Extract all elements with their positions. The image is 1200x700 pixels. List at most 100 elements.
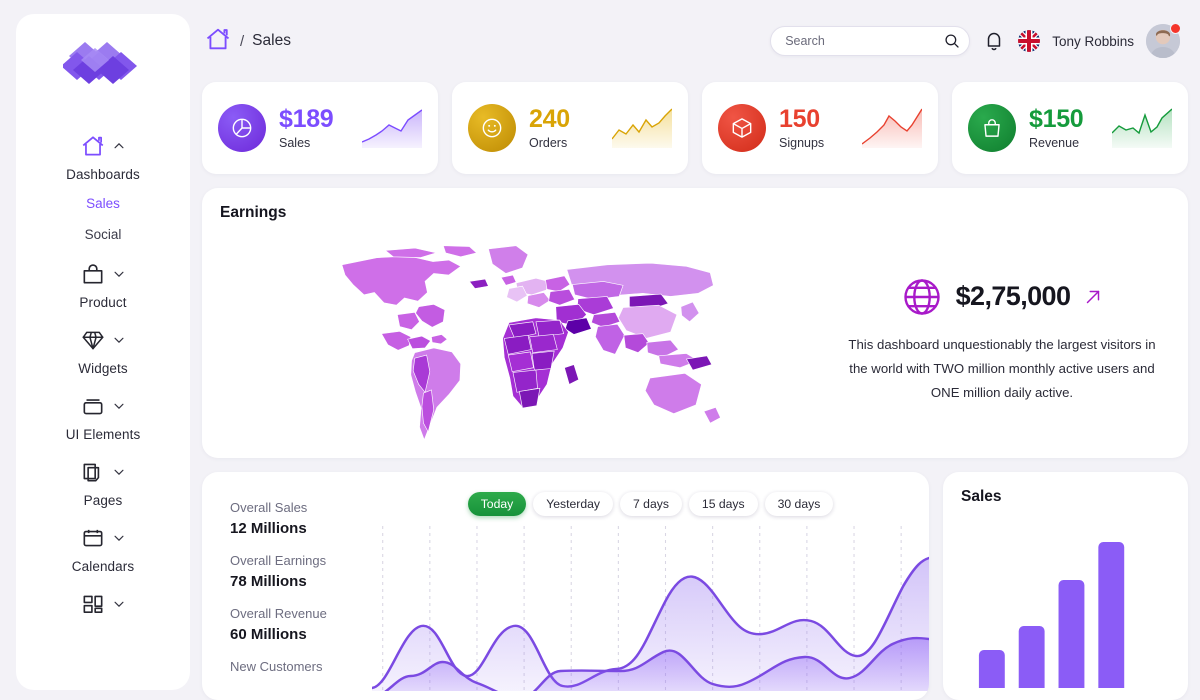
stat-value: $150 [1029,105,1084,134]
tab-yesterday[interactable]: Yesterday [533,492,613,516]
overall-metrics-list: Overall Sales 12 Millions Overall Earnin… [202,490,372,700]
search-input[interactable] [770,26,971,56]
revenue-sparkline [1111,108,1173,148]
home-icon[interactable] [204,25,232,58]
diamond-logo[interactable] [61,40,143,92]
bottom-row: Overall Sales 12 Millions Overall Earnin… [200,458,1190,700]
metric-label: Overall Revenue [230,606,327,621]
metric-value: 12 Millions [230,520,307,537]
metric-overall-earnings: Overall Earnings 78 Millions [230,553,372,590]
orders-sparkline [611,108,673,148]
metric-value: 78 Millions [230,573,307,590]
metric-overall-revenue: Overall Revenue 60 Millions [230,606,372,643]
sidebar-item-dashboards[interactable]: Dashboards [16,122,190,188]
metric-label: New Customers [230,659,323,674]
stat-label: Orders [529,135,568,150]
stat-value: 150 [779,105,820,134]
stat-label: Revenue [1029,135,1080,150]
chevron-down-icon[interactable] [112,597,126,611]
sidebar-item-label: Widgets [78,361,128,376]
metric-label: Overall Sales [230,500,308,515]
date-range-tabs: Today Yesterday 7 days 15 days 30 days [372,490,929,516]
world-map-choropleth[interactable] [220,233,840,448]
home-icon [80,133,106,159]
sidebar-item-calendars[interactable]: Calendars [16,514,190,580]
tab-30-days[interactable]: 30 days [764,492,834,516]
sidebar-item-label: Pages [83,493,123,508]
stat-label: Signups [779,135,825,150]
search-container [770,26,971,56]
bag-icon [80,261,106,287]
stat-value: $189 [279,105,334,134]
sidebar-item-label: Product [79,295,127,310]
breadcrumb: / Sales [204,25,291,58]
smiley-icon [468,104,516,152]
tab-today[interactable]: Today [467,492,527,516]
sidebar-item-label: Calendars [71,559,135,574]
stat-value: 240 [529,105,570,134]
overall-performance-card: Overall Sales 12 Millions Overall Earnin… [202,472,929,700]
sidebar-item-ui-elements[interactable]: UI Elements [16,382,190,448]
chevron-up-icon[interactable] [112,139,126,153]
uk-flag-icon[interactable] [1018,30,1041,52]
overall-area-chart[interactable] [372,526,929,700]
chevron-down-icon[interactable] [112,531,126,545]
chevron-down-icon[interactable] [112,267,126,281]
earnings-description: This dashboard unquestionably the larges… [848,336,1156,400]
diamond-icon [80,327,106,353]
chevron-down-icon[interactable] [112,333,126,347]
stat-card-signups[interactable]: 150 Signups [702,82,938,174]
chevron-down-icon[interactable] [112,399,126,413]
signups-sparkline [861,108,923,148]
chart-column: Today Yesterday 7 days 15 days 30 days [372,490,929,700]
arrow-up-right-icon [1082,286,1104,308]
earnings-amount: $2,75,000 [955,281,1071,312]
user-name: Tony Robbins [1052,33,1134,49]
stat-cards-row: $189 Sales 240 Orders 150 Signups $150 R… [200,82,1190,174]
metric-new-customers: New Customers [230,659,372,674]
sidebar-item-label: Dashboards [66,167,140,182]
sidebar-item-product[interactable]: Product [16,250,190,316]
sidebar-item-grid[interactable] [16,580,190,631]
sidebar-item-sales[interactable]: Sales [16,188,190,219]
sales-card-title: Sales [961,488,1002,505]
chevron-down-icon[interactable] [112,465,126,479]
sales-sparkline [361,108,423,148]
bell-icon[interactable] [982,29,1006,53]
sidebar-item-social[interactable]: Social [16,219,190,250]
tab-7-days[interactable]: 7 days [620,492,682,516]
sidebar-item-pages[interactable]: Pages [16,448,190,514]
metric-value: 60 Millions [230,626,307,643]
calendar-icon [80,525,106,551]
tab-15-days[interactable]: 15 days [688,492,758,516]
notification-dot [1170,23,1181,34]
sales-card: Sales [943,472,1188,700]
stat-card-revenue[interactable]: $150 Revenue [952,82,1188,174]
earnings-card: Earnings $2,75,000 This dashboard unques… [202,188,1188,458]
card-title: Earnings [220,204,287,221]
pie-chart-icon [218,104,266,152]
search-icon[interactable] [943,32,961,50]
breadcrumb-separator: / [240,32,245,50]
dashboard-app: Dashboards Sales Social Product Widgets … [0,0,1200,700]
stat-card-orders[interactable]: 240 Orders [452,82,688,174]
globe-icon [900,275,944,319]
pages-icon [80,459,106,485]
sales-bar-chart[interactable] [961,518,1170,700]
main-content: / Sales Search Tony Robbins $189 Sales 2… [190,0,1200,700]
shopping-bag-icon [968,104,1016,152]
earnings-summary: $2,75,000 This dashboard unquestionably … [840,275,1170,405]
stat-label: Sales [279,135,311,150]
sidebar-item-widgets[interactable]: Widgets [16,316,190,382]
avatar[interactable] [1146,23,1181,58]
sidebar: Dashboards Sales Social Product Widgets … [0,0,190,700]
package-icon [718,104,766,152]
stat-card-sales[interactable]: $189 Sales [202,82,438,174]
top-bar: / Sales Search Tony Robbins [200,0,1190,82]
metric-label: Overall Earnings [230,553,327,568]
breadcrumb-current: Sales [252,32,291,49]
grid-icon [80,591,106,617]
metric-overall-sales: Overall Sales 12 Millions [230,500,372,537]
sidebar-item-label: UI Elements [65,427,141,442]
box-icon [80,393,106,419]
